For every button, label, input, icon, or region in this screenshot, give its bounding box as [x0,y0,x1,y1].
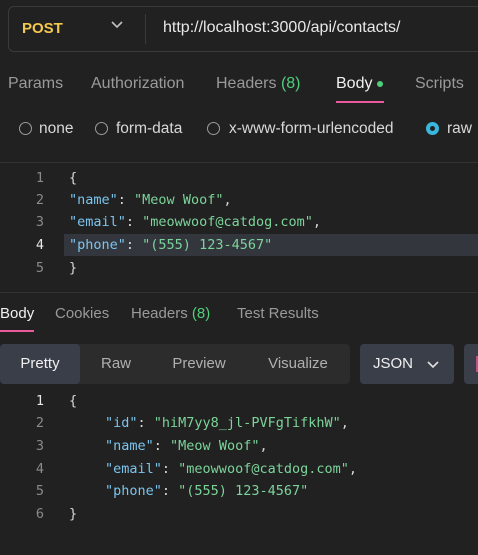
response-tab-cookies[interactable]: Cookies [55,305,109,322]
line-number: 5 [35,483,44,499]
line-number: 2 [35,415,44,431]
json-key: "id" [105,415,138,431]
line-number: 1 [35,170,44,186]
json-value: "(555) 123-4567" [178,483,309,499]
tab-scripts[interactable]: Scripts [415,75,464,93]
code-line: "id": "hiM7yy8_jl-PVFgTifkhW", [105,415,349,431]
line-number: 3 [35,214,44,230]
response-tab-headers[interactable]: Headers (8) [131,305,210,322]
json-key: "name" [105,438,154,454]
response-tab-test-results[interactable]: Test Results [237,305,319,322]
json-value: "meowwoof@catdog.com" [178,461,349,477]
line-number: 4 [35,461,44,477]
radio-none[interactable] [19,122,32,135]
line-number: 3 [35,438,44,454]
tab-params[interactable]: Params [8,75,63,93]
chevron-down-icon[interactable] [110,17,124,31]
code-line: "phone": "(555) 123-4567" [69,237,273,253]
headers-count-badge: (8) [280,75,301,92]
method-select[interactable]: POST [22,20,63,37]
code-brace-open: { [69,170,78,186]
code-brace-close: } [69,506,78,522]
view-visualize-button[interactable]: Visualize [246,344,350,384]
tab-headers[interactable]: Headers (8) [216,75,301,93]
json-key: "email" [105,461,162,477]
url-input[interactable]: http://localhost:3000/api/contacts/ [163,19,400,37]
divider [0,162,478,163]
line-number: 4 [35,237,44,253]
code-line: "email": "meowwoof@catdog.com", [105,461,357,477]
json-key: "phone" [105,483,162,499]
view-raw-button[interactable]: Raw [80,344,152,384]
tab-body[interactable]: Body [336,75,384,93]
tab-body-label: Body [336,75,373,92]
radio-urlencoded[interactable] [207,122,220,135]
json-key: "phone" [69,237,126,253]
format-select-label: JSON [373,355,414,372]
chevron-down-icon [427,361,439,369]
code-brace-open: { [69,393,78,409]
active-tab-indicator [0,330,34,332]
radio-urlencoded-label[interactable]: x-www-form-urlencoded [229,120,394,138]
code-brace-close: } [69,260,78,276]
view-pretty-button[interactable]: Pretty [0,344,80,384]
line-number: 1 [35,393,44,409]
line-number: 2 [35,192,44,208]
json-key: "name" [69,192,118,208]
radio-raw[interactable] [426,122,439,135]
tab-headers-label: Headers [216,75,277,92]
json-value: "(555) 123-4567" [142,237,273,253]
line-number: 6 [35,506,44,522]
json-value: "Meow Woof" [170,438,260,454]
url-divider [145,14,146,44]
active-tab-indicator [336,101,384,103]
code-line: "name": "Meow Woof", [69,192,232,208]
radio-form-data[interactable] [95,122,108,135]
headers-count-badge: (8) [191,305,211,322]
tab-authorization[interactable]: Authorization [91,75,184,93]
json-key: "email" [69,214,126,230]
radio-raw-label[interactable]: raw [447,120,472,138]
line-number: 5 [35,260,44,276]
more-icon [476,356,478,372]
response-tab-headers-label: Headers [131,305,188,322]
code-line: "email": "meowwoof@catdog.com", [69,214,321,230]
divider [0,292,478,293]
radio-none-label[interactable]: none [39,120,73,138]
radio-form-data-label[interactable]: form-data [116,120,182,138]
body-modified-dot [377,80,384,87]
code-line: "name": "Meow Woof", [105,438,268,454]
response-tab-body[interactable]: Body [0,305,34,322]
view-preview-button[interactable]: Preview [155,344,243,384]
code-line: "phone": "(555) 123-4567" [105,483,309,499]
json-value: "meowwoof@catdog.com" [142,214,313,230]
json-value: "hiM7yy8_jl-PVFgTifkhW" [153,415,341,431]
json-value: "Meow Woof" [134,192,224,208]
